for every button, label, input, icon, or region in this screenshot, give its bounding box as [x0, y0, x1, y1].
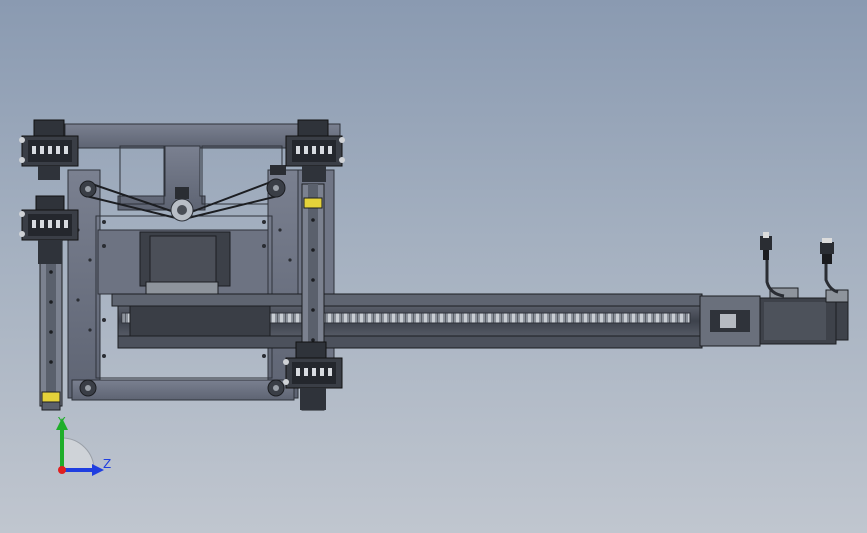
idler-pulley-right — [266, 178, 286, 198]
cad-viewport[interactable]: Y Z — [0, 0, 867, 533]
idler-pulley-left — [79, 180, 97, 198]
limit-stop-right — [303, 197, 323, 209]
idler-pulley-bottom-left — [79, 379, 97, 397]
axis-z-label: Z — [103, 457, 111, 471]
idler-pulley-bottom-right — [267, 379, 285, 397]
linear-module[interactable] — [111, 293, 761, 349]
limit-stop-left — [41, 391, 61, 403]
encoder-connector — [760, 232, 772, 260]
power-connector — [820, 238, 834, 264]
servo-motor[interactable] — [759, 232, 849, 345]
axis-y-label: Y — [57, 415, 66, 429]
drive-pulley — [170, 198, 194, 222]
